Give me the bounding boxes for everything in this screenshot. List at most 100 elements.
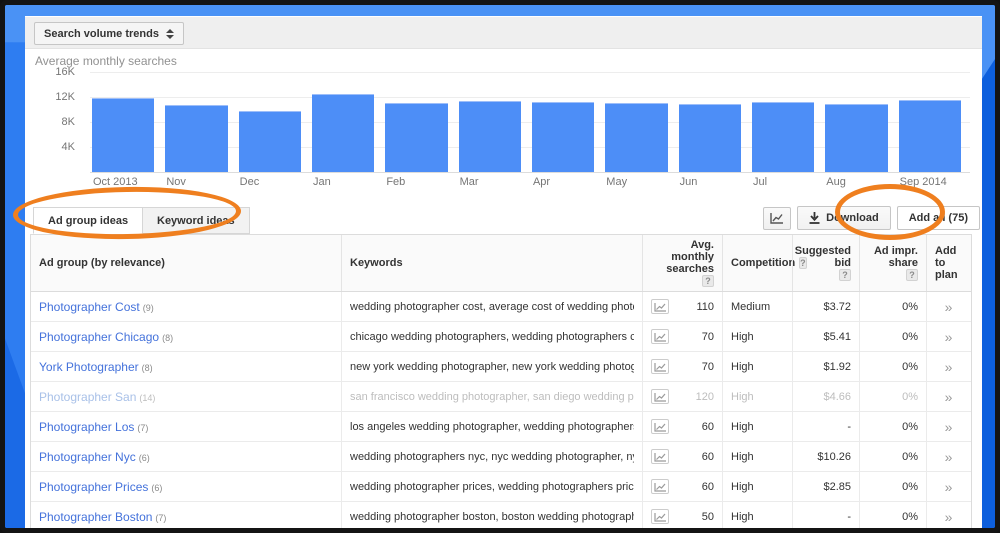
add-to-plan-button[interactable]: »: [926, 352, 971, 381]
add-to-plan-button[interactable]: »: [926, 412, 971, 441]
suggested-bid-cell: $2.85: [792, 472, 859, 501]
avg-monthly-value: 70: [702, 361, 714, 373]
ad-group-cell: Photographer San(14): [31, 382, 341, 411]
x-tick: Apr: [533, 176, 550, 188]
avg-monthly-cell: 120: [642, 382, 722, 411]
avg-monthly-cell: 60: [642, 472, 722, 501]
help-icon[interactable]: ?: [702, 275, 714, 287]
table-row[interactable]: York Photographer(8) new york wedding pho…: [31, 352, 971, 382]
table-row[interactable]: Photographer Prices(6)wedding photograph…: [31, 472, 971, 502]
ad-group-link[interactable]: Photographer Prices(6): [39, 480, 162, 494]
ad-group-link[interactable]: Photographer Nyc(6): [39, 450, 150, 464]
ad-impr-share-cell: 0%: [859, 352, 926, 381]
keyword-count: (14): [139, 393, 155, 403]
avg-monthly-cell: 60: [642, 412, 722, 441]
col-competition[interactable]: Competition?: [722, 235, 792, 291]
table-row[interactable]: Photographer Boston(7) wedding photograph…: [31, 502, 971, 532]
avg-monthly-cell: 70: [642, 352, 722, 381]
trend-chart-icon[interactable]: [651, 449, 669, 464]
help-icon[interactable]: ?: [906, 269, 918, 281]
trend-chart-icon[interactable]: [651, 329, 669, 344]
trend-chart-icon[interactable]: [651, 509, 669, 524]
ad-group-cell: Photographer Los(7): [31, 412, 341, 441]
ad-impr-share-cell: 0%: [859, 382, 926, 411]
ad-group-link[interactable]: Photographer San(14): [39, 390, 155, 404]
table-row[interactable]: Photographer Nyc(6)wedding photographers…: [31, 442, 971, 472]
competition-cell: High: [722, 382, 792, 411]
bar-slot: Mar: [457, 72, 530, 172]
table-row[interactable]: Photographer San(14)san francisco weddin…: [31, 382, 971, 412]
chart-bars: Oct 2013NovDecJanFebMarAprMayJunJulAugSe…: [90, 72, 970, 172]
ad-group-link[interactable]: Photographer Los(7): [39, 420, 148, 434]
avg-monthly-value: 120: [696, 391, 714, 403]
ad-group-ideas-table: Ad group (by relevance) Keywords Avg. mo…: [30, 234, 972, 533]
add-to-plan-button[interactable]: »: [926, 442, 971, 471]
bar-slot: Jan: [310, 72, 383, 172]
competition-cell: High: [722, 502, 792, 531]
bar-slot: Jul: [750, 72, 823, 172]
trend-chart-icon[interactable]: [651, 359, 669, 374]
bar-Nov: [165, 105, 227, 173]
col-avg-monthly-searches[interactable]: Avg. monthly searches?: [642, 235, 722, 291]
download-button[interactable]: Download: [797, 206, 891, 230]
ad-group-link[interactable]: York Photographer(8): [39, 360, 153, 374]
bar-Aug: [825, 104, 887, 172]
x-tick: Mar: [460, 176, 479, 188]
keyword-count: (9): [143, 303, 154, 313]
keywords-cell: wedding photographer boston, boston wedd…: [341, 502, 642, 531]
add-all-label: Add all (75): [909, 212, 968, 224]
search-volume-chart: 16K 12K 8K 4K Oct 2013NovDecJanFebMarApr…: [25, 72, 982, 197]
ad-impr-share-cell: 0%: [859, 442, 926, 471]
avg-monthly-cell: 60: [642, 442, 722, 471]
avg-monthly-value: 60: [702, 421, 714, 433]
download-label: Download: [826, 212, 879, 224]
competition-cell: Medium: [722, 292, 792, 321]
tab-keyword-ideas[interactable]: Keyword ideas: [142, 207, 250, 234]
suggested-bid-cell: -: [792, 412, 859, 441]
ad-group-cell: York Photographer(8): [31, 352, 341, 381]
x-tick: Oct 2013: [93, 176, 138, 188]
tab-ad-group-ideas[interactable]: Ad group ideas: [33, 207, 143, 234]
ad-impr-share-cell: 0%: [859, 292, 926, 321]
col-ad-group[interactable]: Ad group (by relevance): [31, 235, 341, 291]
suggested-bid-cell: $1.92: [792, 352, 859, 381]
col-keywords[interactable]: Keywords: [341, 235, 642, 291]
line-chart-icon: [770, 212, 784, 224]
add-to-plan-button[interactable]: »: [926, 382, 971, 411]
ad-group-link[interactable]: Photographer Cost(9): [39, 300, 154, 314]
add-to-plan-button[interactable]: »: [926, 502, 971, 531]
avg-monthly-cell: 70: [642, 322, 722, 351]
table-row[interactable]: Photographer Cost(9)wedding photographer…: [31, 292, 971, 322]
keyword-planner-panel: Search volume trends Average monthly sea…: [25, 16, 982, 529]
avg-monthly-value: 60: [702, 481, 714, 493]
help-icon[interactable]: ?: [839, 269, 851, 281]
col-suggested-bid[interactable]: Suggested bid?: [792, 235, 859, 291]
trend-chart-icon[interactable]: [651, 299, 669, 314]
add-all-button[interactable]: Add all (75): [897, 206, 980, 230]
trend-chart-icon[interactable]: [651, 419, 669, 434]
ad-group-link[interactable]: Photographer Chicago(8): [39, 330, 173, 344]
table-header-row: Ad group (by relevance) Keywords Avg. mo…: [31, 235, 971, 292]
bar-Jan: [312, 94, 374, 172]
add-to-plan-button[interactable]: »: [926, 292, 971, 321]
bar-slot: Jun: [677, 72, 750, 172]
col-ad-impr-share[interactable]: Ad impr. share?: [859, 235, 926, 291]
ad-impr-share-cell: 0%: [859, 502, 926, 531]
add-to-plan-button[interactable]: »: [926, 322, 971, 351]
y-tick: 4K: [62, 141, 75, 153]
table-row[interactable]: Photographer Chicago(8)chicago wedding p…: [31, 322, 971, 352]
x-tick: Sep 2014: [900, 176, 947, 188]
avg-monthly-value: 70: [702, 331, 714, 343]
add-to-plan-button[interactable]: »: [926, 472, 971, 501]
bar-slot: Aug: [823, 72, 896, 172]
avg-monthly-value: 110: [696, 301, 714, 313]
trend-chart-icon[interactable]: [651, 389, 669, 404]
keywords-cell: new york wedding photographer, new york …: [341, 352, 642, 381]
search-volume-trends-dropdown[interactable]: Search volume trends: [34, 22, 184, 45]
bar-slot: Feb: [383, 72, 456, 172]
chart-view-button[interactable]: [763, 207, 791, 230]
ad-group-link[interactable]: Photographer Boston(7): [39, 510, 166, 524]
table-row[interactable]: Photographer Los(7)los angeles wedding p…: [31, 412, 971, 442]
trend-chart-icon[interactable]: [651, 479, 669, 494]
keyword-count: (8): [162, 333, 173, 343]
